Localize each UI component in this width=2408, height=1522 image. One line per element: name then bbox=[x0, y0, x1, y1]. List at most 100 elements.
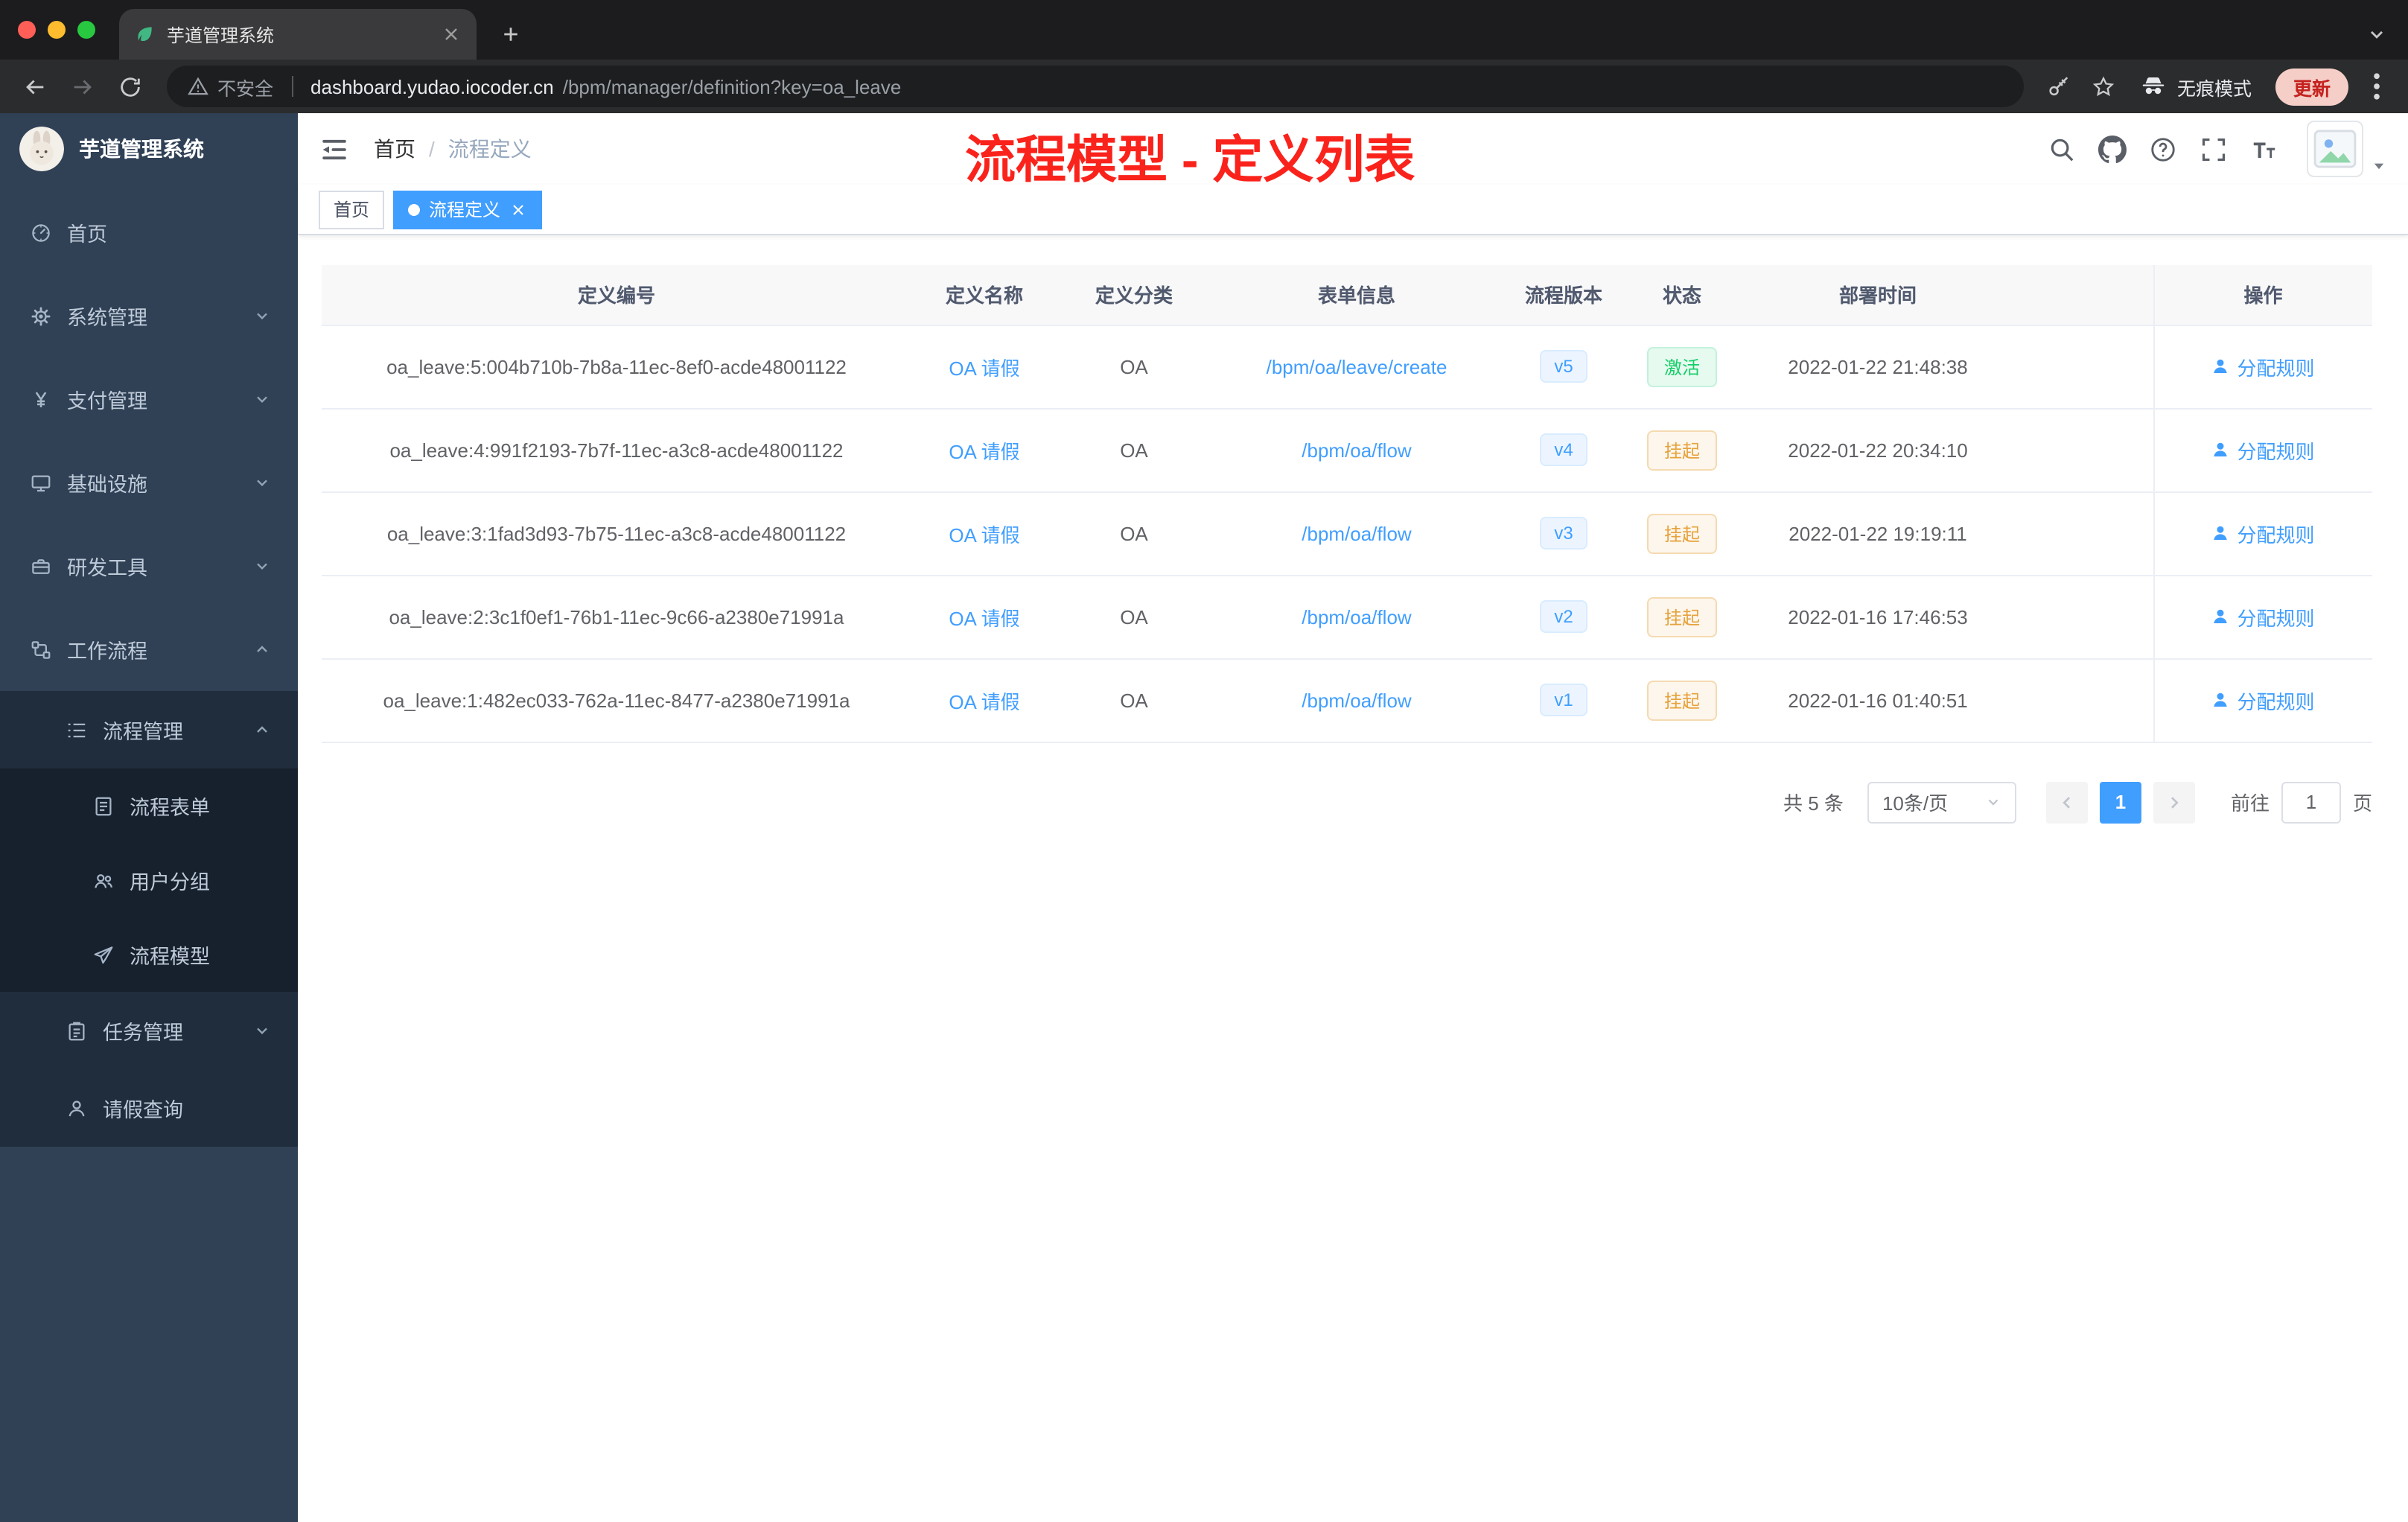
version-badge: v3 bbox=[1539, 517, 1588, 550]
column-header: 状态 bbox=[1625, 265, 1739, 325]
user-filled-icon bbox=[2211, 357, 2229, 375]
definition-id: oa_leave:1:482ec033-762a-11ec-8477-a2380… bbox=[383, 689, 850, 711]
browser-tab[interactable]: 芋道管理系统 bbox=[119, 9, 477, 60]
window-controls bbox=[0, 0, 119, 60]
chevron-down-icon bbox=[253, 1022, 271, 1039]
tab-close-icon[interactable] bbox=[441, 24, 462, 45]
avatar-caret-down-icon[interactable] bbox=[2371, 158, 2387, 174]
navbar: 首页 / 流程定义 流程模型 - 定义列表 bbox=[298, 113, 2408, 189]
definition-id: oa_leave:5:004b710b-7b8a-11ec-8ef0-acde4… bbox=[386, 355, 847, 378]
assign-rule-link[interactable]: 分配规则 bbox=[2211, 352, 2315, 380]
tags-view-tag-1[interactable]: 首页 bbox=[319, 190, 385, 229]
sidebar-item-process-form[interactable]: 流程表单 bbox=[0, 768, 298, 843]
hamburger-icon[interactable] bbox=[319, 133, 350, 165]
form-info-link[interactable]: /bpm/oa/flow bbox=[1302, 439, 1411, 461]
page-size-select[interactable]: 10条/页 bbox=[1867, 781, 2016, 823]
form-info-link[interactable]: /bpm/oa/leave/create bbox=[1267, 355, 1447, 378]
assign-rule-link[interactable]: 分配规则 bbox=[2211, 519, 2315, 547]
sidebar-item-label: 请假查询 bbox=[103, 1099, 183, 1121]
forward-button[interactable] bbox=[60, 64, 104, 109]
sidebar-item-workflow[interactable]: 工作流程 bbox=[0, 608, 298, 691]
font-size-icon[interactable] bbox=[2250, 135, 2278, 163]
form-info-link[interactable]: /bpm/oa/flow bbox=[1302, 605, 1411, 628]
address-bar[interactable]: 不安全 dashboard.yudao.iocoder.cn /bpm/mana… bbox=[167, 66, 2024, 107]
sidebar-item-dev-tools[interactable]: 研发工具 bbox=[0, 524, 298, 608]
table-row: oa_leave:4:991f2193-7b7f-11ec-a3c8-acde4… bbox=[322, 408, 2372, 492]
sidebar-item-payment-management[interactable]: 支付管理 bbox=[0, 357, 298, 441]
window-zoom-button[interactable] bbox=[77, 21, 95, 39]
sidebar-item-label: 流程模型 bbox=[130, 946, 210, 968]
assign-rule-label: 分配规则 bbox=[2237, 607, 2315, 629]
sidebar-item-task-management[interactable]: 任务管理 bbox=[0, 992, 298, 1069]
browser-menu-kebab-icon[interactable] bbox=[2360, 70, 2393, 103]
password-key-button[interactable] bbox=[2039, 66, 2080, 107]
clipboard-icon bbox=[66, 1019, 88, 1042]
yen-icon bbox=[30, 388, 52, 410]
browser-toolbar: 不安全 dashboard.yudao.iocoder.cn /bpm/mana… bbox=[0, 60, 2408, 113]
form-info-link[interactable]: /bpm/oa/flow bbox=[1302, 522, 1411, 544]
sidebar-item-process-model[interactable]: 流程模型 bbox=[0, 917, 298, 992]
next-page-button[interactable] bbox=[2153, 781, 2195, 823]
column-header: 定义名称 bbox=[911, 265, 1057, 325]
page-1-button[interactable]: 1 bbox=[2099, 781, 2141, 823]
sidebar-item-label: 流程管理 bbox=[103, 721, 183, 743]
table-row: oa_leave:5:004b710b-7b8a-11ec-8ef0-acde4… bbox=[322, 325, 2372, 409]
chevron-down-icon bbox=[253, 474, 271, 491]
definition-name-link[interactable]: OA 请假 bbox=[949, 357, 1019, 379]
sidebar-item-leave-query[interactable]: 请假查询 bbox=[0, 1069, 298, 1147]
assign-rule-link[interactable]: 分配规则 bbox=[2211, 602, 2315, 631]
chevron-down-icon bbox=[253, 390, 271, 408]
definition-id: oa_leave:3:1fad3d93-7b75-11ec-a3c8-acde4… bbox=[386, 522, 847, 544]
tag-close-icon[interactable] bbox=[509, 200, 527, 218]
tags-view-tag-2[interactable]: 流程定义 bbox=[393, 190, 543, 229]
fullscreen-icon[interactable] bbox=[2200, 135, 2228, 163]
sidebar-item-infrastructure[interactable]: 基础设施 bbox=[0, 441, 298, 524]
tab-search-chevron-icon[interactable] bbox=[2366, 24, 2387, 45]
sidebar-item-user-group[interactable]: 用户分组 bbox=[0, 843, 298, 917]
assign-rule-link[interactable]: 分配规则 bbox=[2211, 436, 2315, 464]
definition-name-link[interactable]: OA 请假 bbox=[949, 607, 1019, 629]
reload-button[interactable] bbox=[107, 64, 152, 109]
definition-name-link[interactable]: OA 请假 bbox=[949, 690, 1019, 713]
github-icon[interactable] bbox=[2098, 135, 2127, 163]
window-minimize-button[interactable] bbox=[48, 21, 66, 39]
sidebar-item-process-management[interactable]: 流程管理 bbox=[0, 691, 298, 768]
table-header-filler bbox=[2016, 265, 2153, 325]
tags-view: 首页 流程定义 bbox=[298, 185, 2408, 235]
definition-name-link[interactable]: OA 请假 bbox=[949, 523, 1019, 546]
workflow-icon bbox=[30, 638, 52, 660]
avatar bbox=[2307, 121, 2363, 177]
goto-label: 前往 bbox=[2230, 792, 2270, 815]
search-icon[interactable] bbox=[2048, 135, 2076, 163]
version-badge: v5 bbox=[1539, 350, 1588, 383]
definition-name-link[interactable]: OA 请假 bbox=[949, 440, 1019, 462]
url-path: /bpm/manager/definition?key=oa_leave bbox=[562, 75, 902, 98]
sidebar-item-label: 用户分组 bbox=[130, 871, 210, 894]
assign-rule-link[interactable]: 分配规则 bbox=[2211, 686, 2315, 714]
version-badge: v4 bbox=[1539, 433, 1588, 466]
breadcrumb-current: 流程定义 bbox=[447, 137, 532, 161]
update-label: 更新 bbox=[2293, 78, 2331, 99]
help-question-icon[interactable] bbox=[2149, 135, 2177, 163]
browser-update-button[interactable]: 更新 bbox=[2275, 68, 2348, 105]
form-info-link[interactable]: /bpm/oa/flow bbox=[1302, 689, 1411, 711]
back-button[interactable] bbox=[12, 64, 57, 109]
logo-title: 芋道管理系统 bbox=[79, 137, 204, 161]
logo-avatar bbox=[19, 127, 64, 171]
chevron-up-icon bbox=[253, 640, 271, 658]
user-avatar-menu[interactable] bbox=[2307, 121, 2387, 177]
bookmark-star-button[interactable] bbox=[2083, 66, 2125, 107]
breadcrumb-home[interactable]: 首页 bbox=[374, 134, 415, 164]
prev-page-button[interactable] bbox=[2045, 781, 2088, 823]
definition-category: OA bbox=[1120, 439, 1148, 461]
sidebar-item-home[interactable]: 首页 bbox=[0, 191, 298, 274]
sidebar-item-label: 系统管理 bbox=[67, 307, 147, 329]
sidebar-item-system-management[interactable]: 系统管理 bbox=[0, 274, 298, 357]
deploy-time: 2022-01-22 19:19:11 bbox=[1789, 522, 1967, 544]
goto-page-input[interactable] bbox=[2281, 781, 2341, 823]
new-tab-button[interactable] bbox=[491, 15, 530, 54]
avatar-image-icon bbox=[2310, 124, 2360, 174]
column-header: 定义编号 bbox=[322, 265, 911, 325]
tab-favicon-leaf-icon bbox=[134, 24, 155, 45]
window-close-button[interactable] bbox=[18, 21, 36, 39]
